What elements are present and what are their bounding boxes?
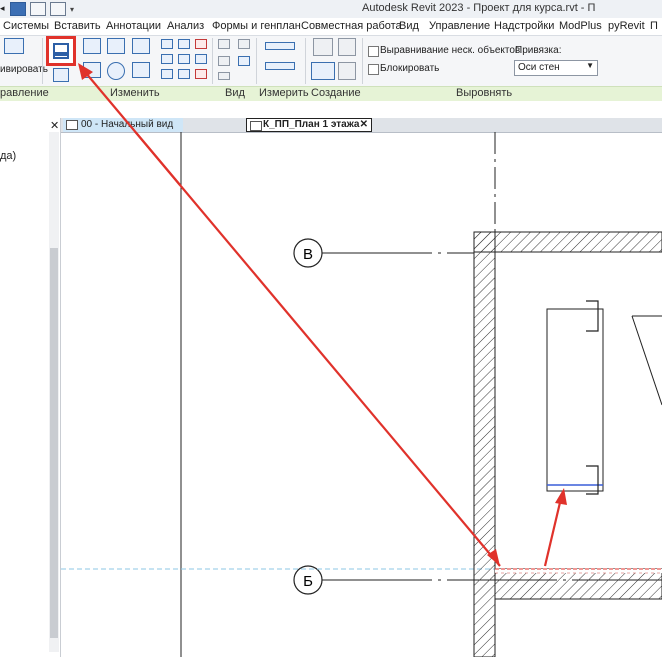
menu-view[interactable]: Вид — [399, 20, 419, 32]
quick-access-toolbar: ◂ ▾ — [0, 1, 74, 17]
chevron-down-icon[interactable]: ▾ — [70, 5, 74, 14]
match-icon[interactable] — [178, 69, 190, 79]
tab-label: К_ПП_План 1 этажа — [263, 119, 360, 130]
pin-icon[interactable] — [195, 54, 207, 64]
measure-distance-icon[interactable] — [265, 42, 295, 50]
trim-icon[interactable] — [132, 62, 150, 78]
align-icon — [53, 43, 69, 59]
ribbon: ивировать Выравнивание неск. объектов Бл… — [0, 36, 662, 101]
hide-icon[interactable] — [238, 39, 250, 49]
copy-icon[interactable] — [83, 62, 101, 78]
project-browser-panel: ✕ да) — [0, 118, 61, 657]
array-icon[interactable] — [161, 54, 173, 64]
menu-systems[interactable]: Системы — [3, 20, 49, 32]
menu-annotate[interactable]: Аннотации — [106, 20, 161, 32]
annotation-arrow-element — [543, 493, 564, 567]
drawing-canvas[interactable]: В Б — [61, 132, 662, 657]
panel-view-label: Вид — [225, 87, 245, 99]
menu-analyze[interactable]: Анализ — [167, 20, 204, 32]
family-element[interactable] — [546, 308, 604, 492]
align-tool-button[interactable] — [46, 36, 76, 66]
print-icon[interactable] — [50, 2, 66, 16]
snap-dropdown[interactable]: Оси стен ▼ — [514, 60, 598, 76]
unpin-icon[interactable] — [195, 39, 207, 49]
menu-truncated[interactable]: П — [650, 20, 658, 32]
scale-icon[interactable] — [178, 54, 190, 64]
offset-icon[interactable] — [83, 38, 101, 54]
window-title: Autodesk Revit 2023 - Проект для курса.r… — [362, 2, 596, 14]
tab-start-view[interactable]: 00 - Начальный вид — [63, 118, 183, 132]
dimension-icon[interactable] — [4, 38, 24, 54]
close-icon[interactable]: ✕ — [50, 119, 59, 132]
create-similar-icon[interactable] — [338, 38, 356, 56]
aligned-dimension-icon[interactable] — [265, 62, 295, 70]
view-tab-bar: 00 - Начальный вид К_ПП_План 1 этажа ✕ — [61, 118, 662, 133]
split-icon[interactable] — [161, 39, 173, 49]
panel-measure-label: Измерить — [259, 87, 309, 99]
chevron-down-icon: ▼ — [586, 61, 594, 70]
group-icon[interactable] — [313, 38, 333, 56]
menu-bar: Системы Вставить Аннотации Анализ Формы … — [0, 18, 662, 36]
multi-align-checkbox[interactable] — [368, 46, 379, 57]
move-icon[interactable] — [53, 68, 69, 82]
mirror-axis-icon[interactable] — [107, 38, 125, 54]
lock-checkbox[interactable] — [368, 64, 379, 75]
tab-label: 00 - Начальный вид — [81, 119, 174, 130]
floor-plan-icon — [250, 121, 262, 131]
copy-small-icon[interactable] — [161, 69, 173, 79]
menu-manage[interactable]: Управление — [429, 20, 490, 32]
menu-massing-site[interactable]: Формы и генплан — [212, 20, 301, 32]
multi-align-label: Выравнивание неск. объектов — [380, 45, 521, 56]
menu-insert[interactable]: Вставить — [54, 20, 101, 32]
properties-icon[interactable] — [10, 2, 26, 16]
rotate-icon[interactable] — [107, 62, 125, 80]
menu-pyrevit[interactable]: pyRevit — [608, 20, 645, 32]
snap-label: Привязка: — [515, 45, 562, 56]
annotation-arrow-align — [134, 132, 501, 567]
title-bar: ◂ ▾ Autodesk Revit 2023 - Проект для кур… — [0, 0, 662, 18]
panel-align-label: Выровнять — [456, 87, 513, 99]
snap-value: Оси стен — [518, 62, 560, 73]
assembly-icon[interactable] — [338, 62, 356, 80]
back-icon[interactable]: ◂ — [0, 3, 6, 15]
sync-icon[interactable] — [30, 2, 46, 16]
wall-bottom[interactable] — [494, 568, 662, 600]
view-icon — [66, 120, 78, 130]
linework-icon[interactable] — [238, 56, 250, 66]
grid-label-b: Б — [303, 573, 313, 590]
override-icon[interactable] — [218, 72, 230, 80]
close-icon[interactable]: ✕ — [360, 119, 368, 131]
lock-label: Блокировать — [380, 63, 440, 74]
scrollbar-thumb[interactable] — [50, 248, 58, 638]
wall-top[interactable] — [473, 231, 662, 253]
menu-addins[interactable]: Надстройки — [494, 20, 554, 32]
panel-modify-label: Изменить — [110, 87, 160, 99]
browser-item-fragment[interactable]: да) — [0, 150, 16, 162]
wall-left[interactable] — [473, 231, 496, 657]
parts-icon[interactable] — [311, 62, 335, 80]
bulb-icon[interactable] — [218, 39, 230, 49]
mirror-draw-icon[interactable] — [132, 38, 150, 54]
panel-manage-label: равление — [0, 87, 49, 99]
delete-icon[interactable] — [195, 69, 207, 79]
paint-icon[interactable] — [218, 56, 230, 66]
activate-label[interactable]: ивировать — [0, 64, 48, 75]
split-gap-icon[interactable] — [178, 39, 190, 49]
menu-collaborate[interactable]: Совместная работа — [301, 20, 402, 32]
grid-label-v: В — [303, 246, 313, 263]
panel-create-label: Создание — [311, 87, 361, 99]
tab-floor-plan[interactable]: К_ПП_План 1 этажа ✕ — [246, 118, 372, 132]
menu-modplus[interactable]: ModPlus — [559, 20, 602, 32]
